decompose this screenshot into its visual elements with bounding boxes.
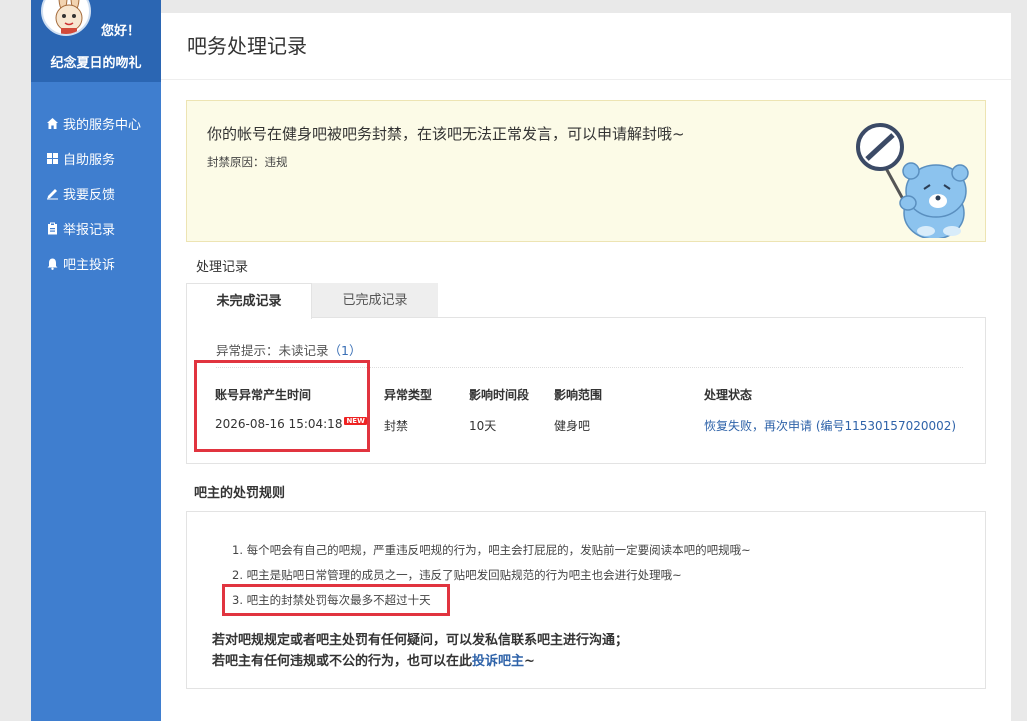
edit-icon xyxy=(46,187,59,200)
record-status-link[interactable]: 恢复失败，再次申请 (编号11530157020002) xyxy=(704,417,956,434)
highlight-box-record-time xyxy=(194,360,370,452)
record-type: 封禁 xyxy=(384,419,409,433)
notice-message: 你的帐号在健身吧被吧务封禁，在该吧无法正常发言，可以申请解封哦~ xyxy=(207,125,685,143)
contact-prefix: 若吧主有任何违规或不公的行为，也可以在此 xyxy=(212,654,473,669)
column-header-status: 处理状态 xyxy=(704,388,753,402)
sidebar-item-label: 我要反馈 xyxy=(63,188,116,203)
rules-section-title: 吧主的处罚规则 xyxy=(194,486,286,501)
sidebar-item-label: 举报记录 xyxy=(63,223,116,238)
tab-finished-records[interactable]: 已完成记录 xyxy=(312,283,438,318)
user-header: 您好！ 纪念夏日的吻礼 xyxy=(31,0,161,82)
column-header-type: 异常类型 xyxy=(384,388,433,402)
page-title: 吧务处理记录 xyxy=(161,13,1011,80)
record-scope: 健身吧 xyxy=(554,419,591,433)
contact-line-1: 若对吧规规定或者吧主处罚有任何疑问，可以发私信联系吧主进行沟通； xyxy=(212,633,629,648)
records-section-title: 处理记录 xyxy=(196,260,249,275)
bear-mascot-illustration xyxy=(856,113,971,242)
sidebar-item-label: 我的服务中心 xyxy=(63,118,142,133)
abnormal-hint: 异常提示：未读记录（1） xyxy=(216,340,361,359)
sidebar-item-feedback[interactable]: 我要反馈 xyxy=(31,176,161,211)
column-header-duration: 影响时间段 xyxy=(469,388,530,402)
contact-line-2: 若吧主有任何违规或不公的行为，也可以在此投诉吧主~ xyxy=(212,650,535,669)
sidebar: 您好！ 纪念夏日的吻礼 我的服务中心 自助服务 我要反馈 举报记录 吧主投诉 xyxy=(31,0,161,721)
sidebar-item-complaint[interactable]: 吧主投诉 xyxy=(31,246,161,281)
ban-notice: 你的帐号在健身吧被吧务封禁，在该吧无法正常发言，可以申请解封哦~ 封禁原因：违规 xyxy=(186,100,986,242)
contact-suffix: ~ xyxy=(524,654,535,669)
ban-reason: 封禁原因：违规 xyxy=(207,155,288,169)
grid-icon xyxy=(46,152,59,165)
highlight-box-rule-3 xyxy=(222,584,450,616)
record-tabs: 未完成记录 已完成记录 xyxy=(186,283,438,319)
avatar[interactable] xyxy=(41,0,91,36)
clipboard-icon xyxy=(46,222,59,235)
column-header-scope: 影响范围 xyxy=(554,388,603,402)
home-icon xyxy=(46,117,59,130)
abnormal-label: 异常提示：未读记录 xyxy=(216,343,329,358)
record-duration: 10天 xyxy=(469,419,497,433)
main-panel: 吧务处理记录 你的帐号在健身吧被吧务封禁，在该吧无法正常发言，可以申请解封哦~ … xyxy=(161,13,1011,721)
complain-moderator-link[interactable]: 投诉吧主 xyxy=(472,654,524,669)
rule-item: 2. 吧主是贴吧日常管理的成员之一，违反了贴吧发回贴规范的行为吧主也会进行处理哦… xyxy=(232,568,682,582)
sidebar-item-report-records[interactable]: 举报记录 xyxy=(31,211,161,246)
unread-count[interactable]: （1） xyxy=(329,343,362,358)
sidebar-item-label: 吧主投诉 xyxy=(63,258,116,273)
rule-item: 1. 每个吧会有自己的吧规，严重违反吧规的行为，吧主会打屁屁的，发贴前一定要阅读… xyxy=(232,543,751,557)
tab-unfinished-records[interactable]: 未完成记录 xyxy=(186,283,312,319)
sidebar-item-label: 自助服务 xyxy=(63,153,116,168)
sidebar-item-self-service[interactable]: 自助服务 xyxy=(31,141,161,176)
greeting: 您好！ xyxy=(101,24,141,39)
sidebar-item-service-center[interactable]: 我的服务中心 xyxy=(31,106,161,141)
sidebar-nav: 我的服务中心 自助服务 我要反馈 举报记录 吧主投诉 xyxy=(31,82,161,281)
bell-icon xyxy=(46,257,59,270)
username[interactable]: 纪念夏日的吻礼 xyxy=(31,52,161,71)
